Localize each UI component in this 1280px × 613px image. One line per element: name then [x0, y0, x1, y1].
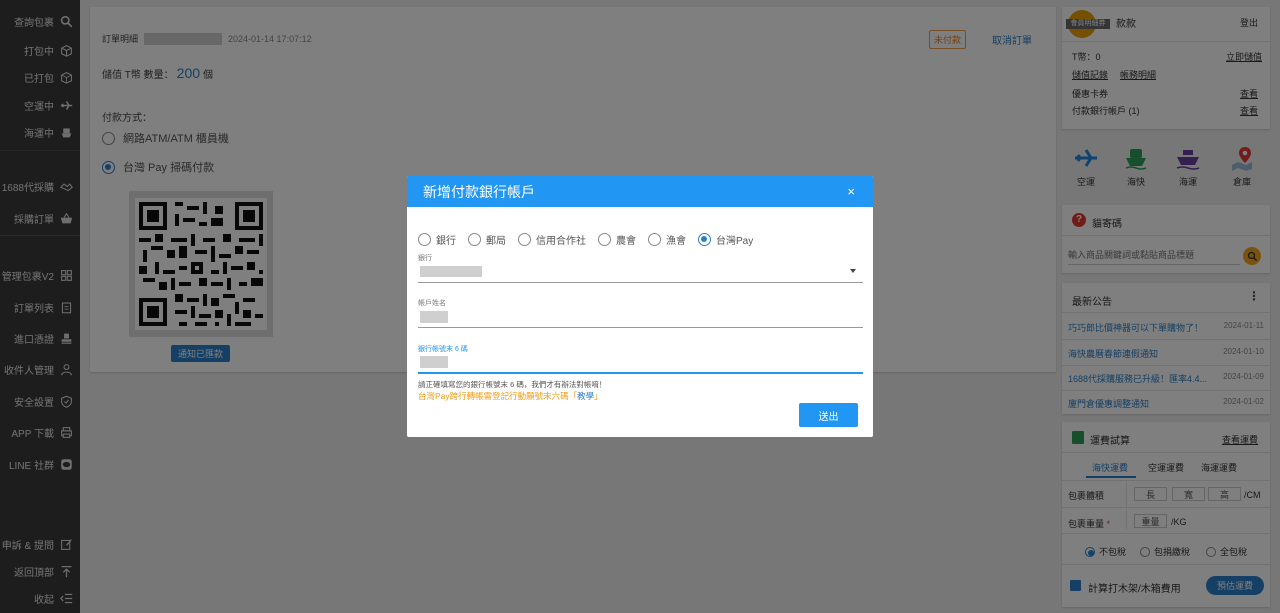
bank-select-label: 銀行 — [418, 255, 432, 262]
bank-type-label: 農會 — [616, 236, 636, 247]
hint-text-end: 」 — [594, 391, 603, 401]
account-hint: 請正確填寫您的銀行帳號末 6 碼，我們才有辦法對帳唷！ — [418, 380, 607, 389]
tutorial-link[interactable]: 教學 — [577, 391, 594, 401]
taiwan-pay-hint: 台灣Pay跨行轉帳需登記行動願號末六碼「教學」 — [418, 390, 603, 402]
digits-value-redacted — [420, 355, 448, 368]
bank-type-options: 銀行 郵局 信用合作社 農會 漁會 台灣Pay — [418, 232, 753, 247]
radio-icon[interactable] — [518, 233, 531, 246]
name-value-redacted — [420, 310, 448, 323]
close-icon[interactable]: × — [847, 184, 855, 199]
account-digits-field[interactable] — [420, 354, 448, 368]
bank-type-taiwan-pay[interactable]: 台灣Pay — [698, 232, 753, 247]
account-name-field[interactable] — [420, 309, 448, 323]
bank-type-label: 信用合作社 — [536, 236, 586, 247]
account-name-label: 帳戶姓名 — [418, 300, 446, 307]
bank-select[interactable] — [420, 264, 482, 278]
radio-icon[interactable] — [648, 233, 661, 246]
radio-icon[interactable] — [468, 233, 481, 246]
bank-type-label: 郵局 — [486, 236, 506, 247]
dialog-title: 新增付款銀行帳戶 — [423, 183, 535, 200]
bank-type-fishermen[interactable]: 漁會 — [648, 232, 686, 247]
radio-icon[interactable] — [418, 233, 431, 246]
bank-type-label: 台灣Pay — [716, 236, 754, 247]
bank-value-redacted — [420, 266, 482, 278]
radio-icon[interactable] — [598, 233, 611, 246]
hint-text: 台灣Pay跨行轉帳需登記行動願號末六碼「 — [418, 391, 578, 401]
bank-type-label: 漁會 — [666, 236, 686, 247]
add-bank-account-dialog: 新增付款銀行帳戶 × 銀行 郵局 信用合作社 農會 漁會 台灣Pay 銀行 帳戶… — [407, 176, 873, 437]
bank-type-bank[interactable]: 銀行 — [418, 232, 456, 247]
bank-type-label: 銀行 — [436, 236, 456, 247]
dialog-header: 新增付款銀行帳戶 × — [407, 176, 873, 207]
account-digits-label: 銀行帳號末 6 碼 — [418, 346, 468, 353]
bank-type-post[interactable]: 郵局 — [468, 232, 506, 247]
bank-type-farmers[interactable]: 農會 — [598, 232, 636, 247]
submit-button[interactable]: 送出 — [799, 403, 858, 427]
chevron-down-icon[interactable] — [850, 269, 856, 273]
radio-selected-icon[interactable] — [698, 233, 711, 246]
bank-type-credit-union[interactable]: 信用合作社 — [518, 232, 586, 247]
